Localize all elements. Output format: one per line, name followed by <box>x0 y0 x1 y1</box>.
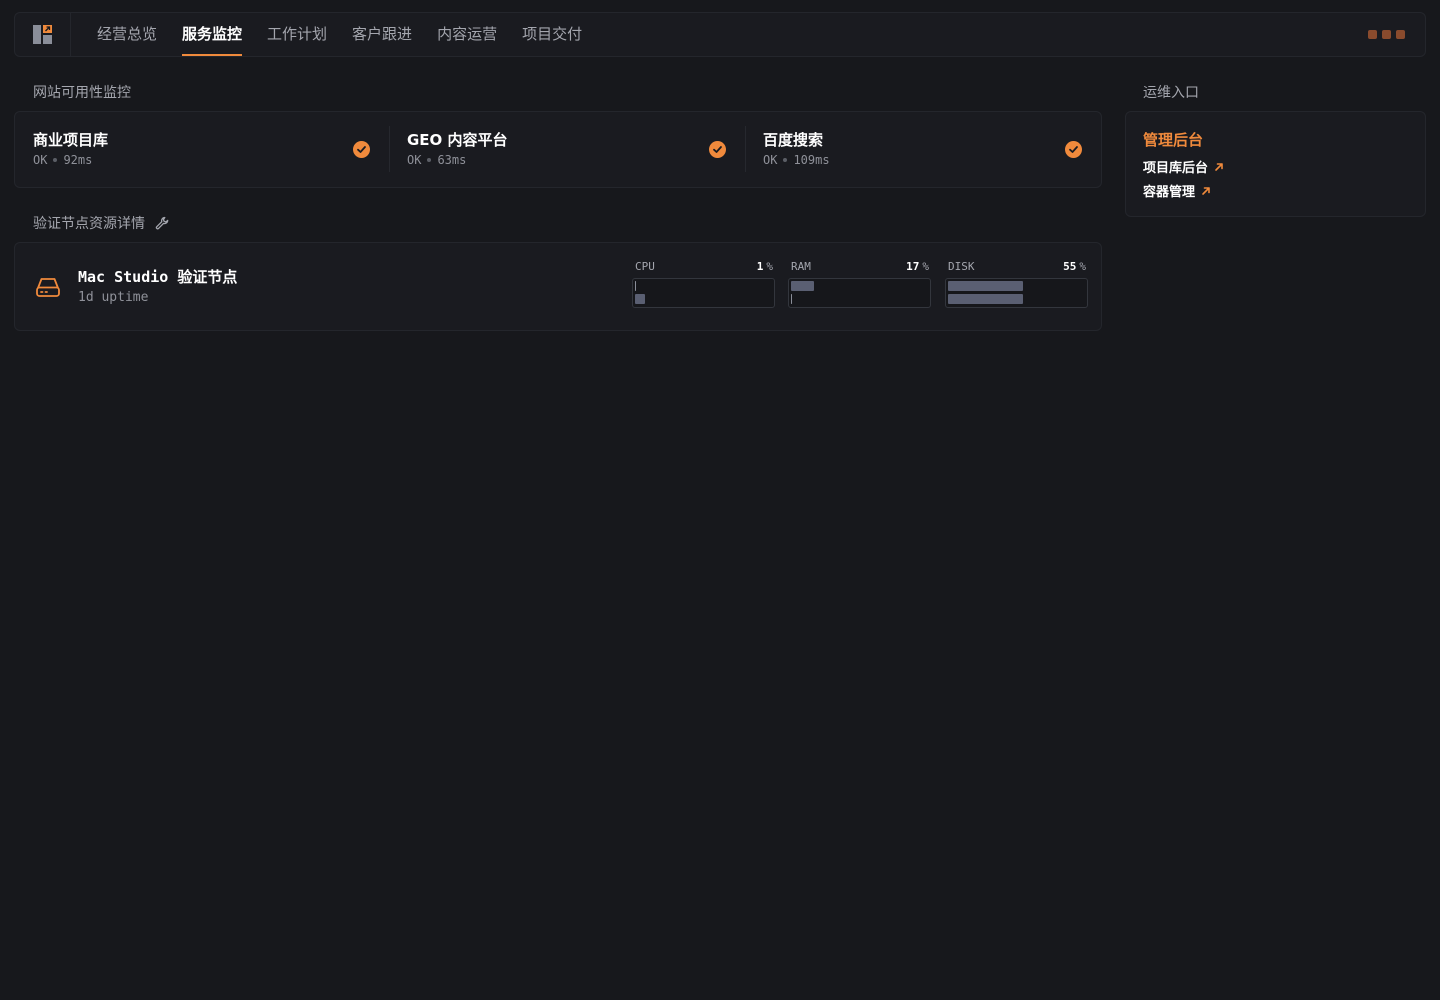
gauge-track <box>945 278 1088 308</box>
monitor-section-title: 网站可用性监控 <box>33 85 131 101</box>
node-section-title-text: 验证节点资源详情 <box>33 216 145 232</box>
tab-project-delivery[interactable]: 项目交付 <box>522 13 582 56</box>
site-monitor-card: 商业项目库 OK 92ms GEO 内容平台 OK 63ms 百度搜索 OK 1… <box>14 111 1102 188</box>
site-item-commercial-library[interactable]: 商业项目库 OK 92ms <box>33 112 373 187</box>
site-item-geo-platform[interactable]: GEO 内容平台 OK 63ms <box>407 112 707 187</box>
separator-dot <box>53 158 58 162</box>
gauge-ram: RAM 17% <box>788 260 931 308</box>
gauge-bar <box>635 294 645 304</box>
link-label: 项目库后台 <box>1143 161 1209 176</box>
tab-customer-followup[interactable]: 客户跟进 <box>352 13 412 56</box>
site-name: 百度搜索 <box>763 131 824 149</box>
hard-drive-icon <box>36 278 60 297</box>
site-status-text: OK <box>763 153 778 167</box>
gauge-value: 1% <box>757 260 773 273</box>
gauge-label: CPU <box>635 260 655 273</box>
gauge-value-number: 17 <box>906 260 920 273</box>
tab-work-plan[interactable]: 工作计划 <box>267 13 327 56</box>
node-uptime: 1d uptime <box>78 290 149 305</box>
window-dot-1[interactable] <box>1368 30 1377 39</box>
site-status-text: OK <box>33 153 48 167</box>
node-section-title: 验证节点资源详情 <box>33 213 170 233</box>
check-circle-icon <box>709 141 726 158</box>
gauge-unit: % <box>1079 260 1086 273</box>
site-latency: 63ms <box>437 153 467 167</box>
gauge-value-number: 55 <box>1063 260 1077 273</box>
gauge-disk: DISK 55% <box>945 260 1088 308</box>
site-status-text: OK <box>407 153 422 167</box>
arrow-up-right-icon <box>1202 186 1210 195</box>
app-logo-icon[interactable] <box>32 23 54 45</box>
gauge-cpu: CPU 1% <box>632 260 775 308</box>
logo-divider <box>70 13 71 56</box>
site-status: OK 92ms <box>33 153 92 167</box>
gauge-bar <box>791 294 792 304</box>
gauge-value-number: 1 <box>756 260 764 273</box>
separator-dot <box>427 158 432 162</box>
gauge-unit: % <box>922 260 929 273</box>
site-latency: 109ms <box>793 153 830 167</box>
arrow-up-right-icon <box>1215 162 1223 171</box>
site-item-baidu-search[interactable]: 百度搜索 OK 109ms <box>763 112 1063 187</box>
gauge-track <box>632 278 775 308</box>
ops-section-title: 运维入口 <box>1143 85 1199 101</box>
window-controls <box>1368 30 1405 39</box>
wrench-icon[interactable] <box>155 216 170 231</box>
tab-service-monitor[interactable]: 服务监控 <box>182 13 243 56</box>
gauge-label: RAM <box>791 260 811 273</box>
gauge-bar <box>948 281 1023 291</box>
check-circle-icon <box>1065 141 1082 158</box>
link-project-library-admin[interactable]: 项目库后台 <box>1143 157 1224 176</box>
window-dot-3[interactable] <box>1396 30 1405 39</box>
gauge-unit: % <box>766 260 773 273</box>
gauge-track <box>788 278 931 308</box>
window-dot-2[interactable] <box>1382 30 1391 39</box>
gauge-bar <box>791 281 814 291</box>
gauge-value: 55% <box>1063 260 1086 273</box>
gauge-value: 17% <box>906 260 929 273</box>
admin-title: 管理后台 <box>1143 131 1204 149</box>
check-circle-icon <box>353 141 370 158</box>
link-label: 容器管理 <box>1143 185 1196 200</box>
tab-overview[interactable]: 经营总览 <box>97 13 157 56</box>
link-container-management[interactable]: 容器管理 <box>1143 181 1211 200</box>
gauge-bar <box>635 281 636 291</box>
tab-content-ops[interactable]: 内容运营 <box>437 13 497 56</box>
column-divider <box>389 126 390 172</box>
top-nav-bar: 经营总览 服务监控 工作计划 客户跟进 内容运营 项目交付 <box>14 12 1426 57</box>
node-resource-card: Mac Studio 验证节点 1d uptime CPU 1% RAM 17%… <box>14 242 1102 331</box>
gauge-label: DISK <box>948 260 975 273</box>
site-latency: 92ms <box>63 153 93 167</box>
site-status: OK 63ms <box>407 153 466 167</box>
nav-tabs: 经营总览 服务监控 工作计划 客户跟进 内容运营 项目交付 <box>97 13 607 56</box>
site-name: 商业项目库 <box>33 131 109 149</box>
separator-dot <box>783 158 788 162</box>
site-status: OK 109ms <box>763 153 830 167</box>
site-name: GEO 内容平台 <box>407 131 508 149</box>
node-name: Mac Studio 验证节点 <box>78 268 238 286</box>
column-divider <box>745 126 746 172</box>
ops-entry-card: 管理后台 项目库后台 容器管理 <box>1125 111 1426 217</box>
gauge-bar <box>948 294 1023 304</box>
